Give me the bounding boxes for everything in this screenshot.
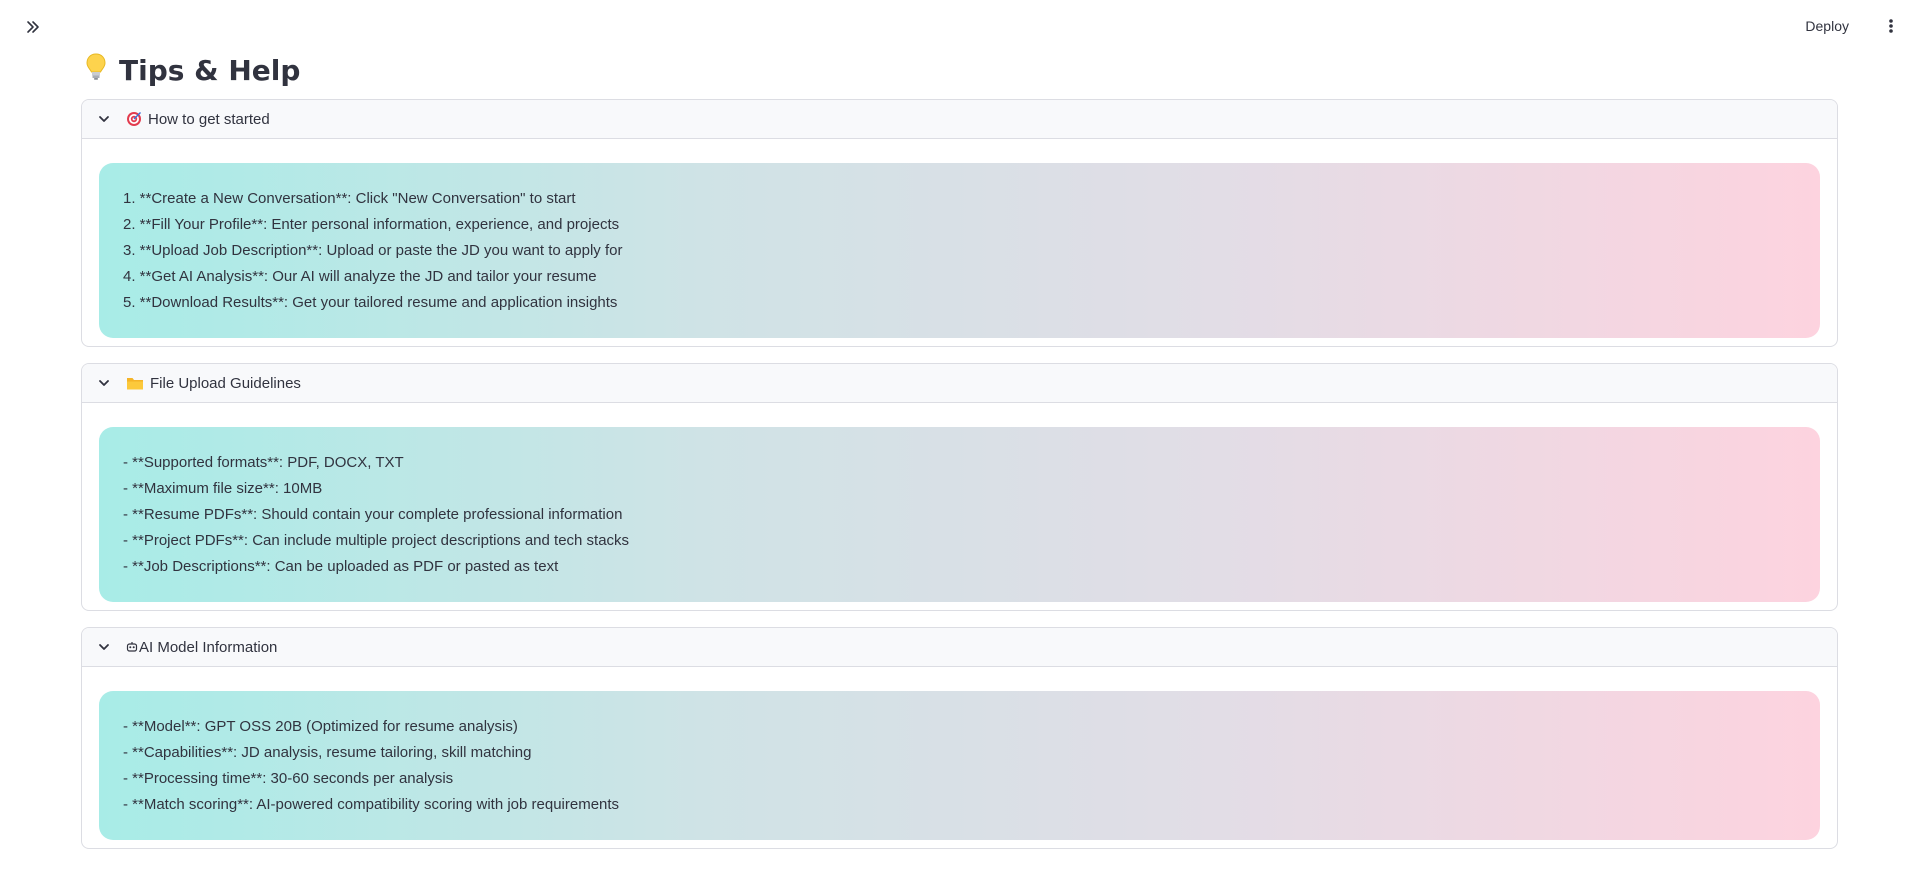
- expander-ai-model-information: AI Model Information - **Model**: GPT OS…: [81, 627, 1838, 849]
- top-bar: Deploy: [0, 0, 1919, 52]
- main-content: Tips & Help How to get started 1. **Crea…: [81, 52, 1838, 865]
- tip-line: 2. **Fill Your Profile**: Enter personal…: [123, 216, 620, 233]
- tip-line: 1. **Create a New Conversation**: Click …: [123, 190, 576, 207]
- model-info-line: - **Processing time**: 30-60 seconds per…: [123, 770, 454, 787]
- guideline-line: - **Job Descriptions**: Can be uploaded …: [123, 558, 559, 575]
- vertical-dots-icon: [1889, 19, 1893, 33]
- guideline-line: - **Project PDFs**: Can include multiple…: [123, 532, 630, 549]
- expander-how-to-get-started: How to get started 1. **Create a New Con…: [81, 99, 1838, 347]
- expand-sidebar-button[interactable]: [20, 14, 46, 40]
- chevron-down-icon: [98, 640, 112, 654]
- expander-title: AI Model Information: [139, 638, 278, 656]
- expander-header-file-upload-guidelines[interactable]: File Upload Guidelines: [82, 364, 1837, 403]
- tips-box: 1. **Create a New Conversation**: Click …: [99, 163, 1820, 338]
- lightbulb-icon: [85, 52, 107, 89]
- expander-header-ai-model-information[interactable]: AI Model Information: [82, 628, 1837, 667]
- model-info-line: - **Model**: GPT OSS 20B (Optimized for …: [123, 718, 518, 735]
- robot-icon: [126, 641, 138, 653]
- page-title-text: Tips & Help: [119, 54, 301, 87]
- page-title: Tips & Help: [85, 52, 1838, 89]
- expander-body: 1. **Create a New Conversation**: Click …: [82, 139, 1837, 346]
- guideline-line: - **Resume PDFs**: Should contain your c…: [123, 506, 623, 523]
- expander-body: - **Model**: GPT OSS 20B (Optimized for …: [82, 667, 1837, 848]
- chevron-down-icon: [98, 112, 112, 126]
- tip-line: 4. **Get AI Analysis**: Our AI will anal…: [123, 268, 597, 285]
- expander-title: How to get started: [148, 110, 270, 128]
- model-info-line: - **Capabilities**: JD analysis, resume …: [123, 744, 532, 761]
- guidelines-box: - **Supported formats**: PDF, DOCX, TXT …: [99, 427, 1820, 602]
- guideline-line: - **Maximum file size**: 10MB: [123, 480, 323, 497]
- expander-file-upload-guidelines: File Upload Guidelines - **Supported for…: [81, 363, 1838, 611]
- double-chevron-right-icon: [27, 21, 39, 33]
- tip-line: 3. **Upload Job Description**: Upload or…: [123, 242, 623, 259]
- deploy-button[interactable]: Deploy: [1805, 14, 1849, 38]
- model-info-line: - **Match scoring**: AI-powered compatib…: [123, 796, 620, 813]
- expander-title: File Upload Guidelines: [150, 374, 301, 392]
- chevron-down-icon: [98, 376, 112, 390]
- folder-icon: [126, 376, 144, 391]
- guideline-line: - **Supported formats**: PDF, DOCX, TXT: [123, 454, 404, 471]
- expander-header-how-to-get-started[interactable]: How to get started: [82, 100, 1837, 139]
- model-info-box: - **Model**: GPT OSS 20B (Optimized for …: [99, 691, 1820, 840]
- target-icon: [126, 111, 142, 127]
- expander-body: - **Supported formats**: PDF, DOCX, TXT …: [82, 403, 1837, 610]
- tip-line: 5. **Download Results**: Get your tailor…: [123, 294, 618, 311]
- main-menu-button[interactable]: [1879, 14, 1903, 38]
